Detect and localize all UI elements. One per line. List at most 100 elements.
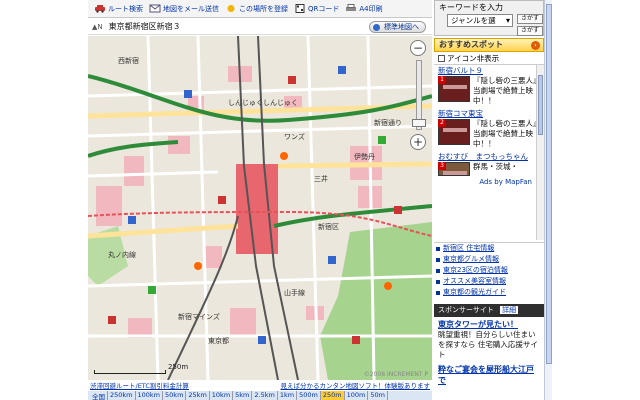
- a4-print-button[interactable]: A4印刷: [345, 4, 383, 14]
- scale-option[interactable]: 1km: [278, 391, 298, 400]
- map-label: 新宿マインズ: [178, 313, 220, 321]
- scale-option[interactable]: 100km: [136, 391, 164, 400]
- route-search-label: ルート検索: [108, 4, 143, 13]
- qr-icon: [295, 4, 305, 13]
- icon-hide-toggle[interactable]: アイコン非表示: [434, 52, 544, 64]
- spot-title[interactable]: 新宿コマ東宝: [438, 108, 544, 119]
- zoom-in-button[interactable]: +: [410, 134, 426, 150]
- spot-title[interactable]: 新宿バルト９: [438, 65, 544, 76]
- sponsor-ad-title[interactable]: 東京タワーが見たい！: [438, 319, 540, 330]
- left-margin: [0, 0, 88, 400]
- spot-description: 群馬・茨城・: [473, 162, 518, 171]
- a4-print-label: A4印刷: [359, 4, 383, 13]
- sponsor-detail-link[interactable]: 詳細: [500, 306, 519, 314]
- icon-hide-label: アイコン非表示: [447, 53, 500, 63]
- info-link[interactable]: 東京23区の宿泊情報: [436, 265, 544, 276]
- list-item[interactable]: 新宿コマ東宝 『隠し砦の三悪人』当劇場で絶賛上映中！！ 2: [434, 108, 544, 149]
- car-icon: [95, 5, 105, 13]
- spot-description: 『隠し砦の三悪人』当劇場で絶賛上映中！！: [473, 119, 537, 148]
- map-graphics: [88, 36, 432, 380]
- sponsor-header: スポンサーサイト 詳細: [434, 304, 544, 317]
- map-label: 山手線: [284, 289, 305, 297]
- traffic-route-link[interactable]: 渋滞回避ルート/ETC割引料金計算: [90, 380, 189, 390]
- spot-title[interactable]: おむすび まつもっちゃん: [438, 151, 544, 162]
- recommend-spots-header: おすすめスポット ›: [434, 38, 544, 52]
- scrollbar-thumb[interactable]: [538, 75, 543, 135]
- standard-map-label: 標準地図へ: [384, 23, 419, 31]
- map-label: 三井: [314, 175, 328, 183]
- qr-code-label: QRコード: [308, 4, 340, 13]
- zoom-control: − +: [410, 40, 428, 152]
- recommend-title: おすすめスポット: [439, 40, 503, 49]
- keyword-label: キーワードを入力: [439, 3, 503, 12]
- right-sidebar: キーワードを入力 ジャンルを選 さがす さがす おすすめスポット › アイコン非…: [434, 0, 544, 400]
- map-bottom-links: 渋滞回避ルート/ETC割引料金計算 見えば分かるカンタン地図ソフト！体験版ありま…: [88, 380, 432, 390]
- map-label: しんじゅくしんじゅく: [228, 99, 298, 107]
- sponsor-title: スポンサーサイト: [438, 306, 494, 314]
- info-links: 新宿区 住宅情報 東京都グルメ情報 東京23区の宿泊情報 オススメ美容室情報 東…: [434, 242, 544, 298]
- scale-option[interactable]: 250m: [320, 391, 345, 400]
- search-button[interactable]: さがす: [517, 14, 543, 24]
- search-button-secondary[interactable]: さがす: [517, 26, 543, 36]
- print-icon: [346, 4, 357, 11]
- chevron-right-icon[interactable]: ›: [531, 41, 540, 50]
- info-link[interactable]: 東京都の観光ガイド: [436, 287, 544, 298]
- map-toolbar: ルート検索 地図をメール送信 この場所を登録 QRコード A4印刷: [88, 0, 432, 18]
- send-map-mail-label: 地図をメール送信: [163, 4, 219, 13]
- map-label: 西新宿: [118, 57, 139, 65]
- map-label: 新宿区: [318, 223, 339, 231]
- scale-option[interactable]: 500m: [297, 391, 321, 400]
- sponsor-ad[interactable]: 粋なご宴会を屋形船大江戸で: [434, 362, 544, 388]
- mail-icon: [149, 4, 161, 13]
- ads-by-link[interactable]: Ads by MapFan: [434, 178, 544, 186]
- sponsor-ad-text: 眺望重視！自分らしい住まいを探すなら 住宅購入応援サイト: [438, 330, 538, 359]
- map-label: ワンズ: [284, 133, 305, 141]
- scale-label: 250m: [168, 363, 189, 371]
- bookmark-icon: [227, 5, 235, 12]
- scale-bar: [94, 370, 166, 374]
- map-attribution: ©2008 INCREMENT P: [363, 371, 428, 378]
- scale-option[interactable]: 100m: [345, 391, 369, 400]
- scale-option[interactable]: 250km: [108, 391, 136, 400]
- scale-option[interactable]: 全国: [90, 391, 108, 400]
- north-indicator: ▲N: [92, 22, 103, 31]
- map-label: 東京都: [208, 337, 229, 345]
- sponsor-ad-title[interactable]: 粋なご宴会を屋形船大江戸で: [438, 364, 540, 386]
- map-label: 新宿通り: [374, 119, 402, 127]
- map-software-link[interactable]: 見えば分かるカンタン地図ソフト！体験版あります: [281, 380, 431, 390]
- info-link[interactable]: 新宿区 住宅情報: [436, 243, 544, 254]
- register-place-label: この場所を登録: [239, 4, 288, 13]
- info-link[interactable]: 東京都グルメ情報: [436, 254, 544, 265]
- info-link[interactable]: オススメ美容室情報: [436, 276, 544, 287]
- zoom-out-button[interactable]: −: [410, 40, 426, 56]
- spot-number-badge: 2: [438, 119, 446, 127]
- spot-list: 新宿バルト９ 『隠し砦の三悪人』当劇場で絶賛上映中！！ 1 新宿コマ東宝 『隠し…: [434, 64, 544, 240]
- icon-hide-checkbox[interactable]: [438, 54, 445, 62]
- route-search-button[interactable]: ルート検索: [94, 4, 143, 14]
- list-item[interactable]: 新宿バルト９ 『隠し砦の三悪人』当劇場で絶賛上映中！！ 1: [434, 65, 544, 106]
- standard-map-button[interactable]: 標準地図へ: [369, 21, 426, 33]
- scale-option[interactable]: 10km: [210, 391, 234, 400]
- zoom-slider-thumb[interactable]: [412, 119, 426, 127]
- genre-select[interactable]: ジャンルを選: [447, 14, 513, 27]
- address-bar: ▲N 東京都新宿区新宿３ 標準地図へ: [88, 19, 432, 35]
- scale-option[interactable]: 25km: [186, 391, 210, 400]
- right-margin: [552, 0, 640, 400]
- keyword-search-box: キーワードを入力 ジャンルを選 さがす さがす: [434, 0, 544, 36]
- list-item[interactable]: おむすび まつもっちゃん 群馬・茨城・ 3: [434, 151, 544, 176]
- spot-number-badge: 1: [438, 76, 446, 84]
- zoom-slider[interactable]: [412, 60, 426, 130]
- scale-option[interactable]: 50m: [368, 391, 388, 400]
- map-canvas[interactable]: しんじゅくしんじゅく ワンズ 三井 伊勢丹 新宿通り 新宿区 西新宿 山手線 新…: [88, 36, 432, 380]
- scale-option[interactable]: 2.5km: [252, 391, 278, 400]
- send-map-mail-button[interactable]: 地図をメール送信: [149, 4, 219, 14]
- page-scrollbar[interactable]: [544, 0, 552, 400]
- current-address: 東京都新宿区新宿３: [108, 22, 181, 31]
- scale-option[interactable]: 5km: [233, 391, 253, 400]
- scale-option[interactable]: 50km: [163, 391, 187, 400]
- map-label: 伊勢丹: [354, 153, 375, 161]
- spot-list-scrollbar[interactable]: [536, 65, 544, 240]
- qr-code-button[interactable]: QRコード: [294, 4, 339, 14]
- sponsor-ad[interactable]: 東京タワーが見たい！ 眺望重視！自分らしい住まいを探すなら 住宅購入応援サイト: [434, 317, 544, 362]
- register-place-button[interactable]: この場所を登録: [225, 4, 288, 14]
